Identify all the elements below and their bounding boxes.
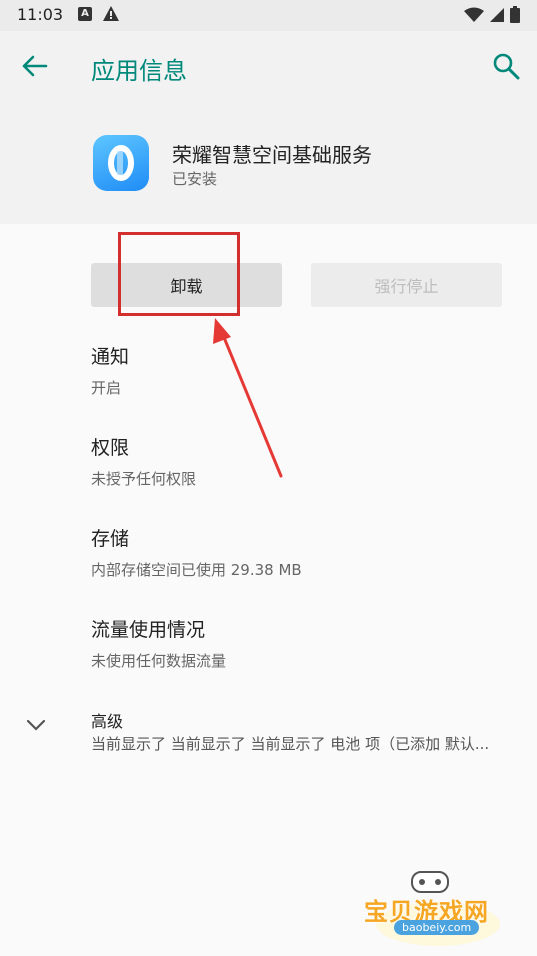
- wifi-icon: [463, 7, 484, 22]
- status-icons: [463, 6, 520, 27]
- app-notification-icon: A: [78, 7, 92, 21]
- pref-summary: 内部存储空间已使用 29.38 MB: [91, 561, 302, 579]
- status-time: 11:03: [17, 5, 64, 24]
- annotation-highlight-box: [118, 232, 240, 316]
- app-bar: 应用信息: [0, 31, 537, 101]
- force-stop-button: 强行停止: [311, 263, 502, 307]
- chevron-down-icon: [26, 719, 46, 731]
- pref-notifications[interactable]: 通知 开启: [91, 342, 521, 398]
- battery-icon: [510, 6, 520, 23]
- warning-icon: [103, 6, 119, 21]
- watermark-url: baobeiy.com: [394, 920, 480, 935]
- pref-advanced[interactable]: 高级 当前显示了 当前显示了 当前显示了 电池 项（已添加 默认...: [0, 700, 537, 760]
- watermark-logo: 宝贝游戏网 baobeiy.com: [360, 864, 510, 949]
- pref-summary: 未使用任何数据流量: [91, 652, 227, 670]
- page-title: 应用信息: [91, 57, 187, 85]
- app-logo-icon: [108, 145, 134, 181]
- app-install-status: 已安装: [172, 170, 218, 188]
- app-header: 荣耀智慧空间基础服务 已安装: [0, 101, 537, 224]
- back-arrow-icon[interactable]: [18, 51, 52, 81]
- pref-title: 存储: [91, 528, 130, 550]
- pref-title: 通知: [91, 346, 130, 368]
- app-icon: [93, 135, 149, 191]
- app-name: 荣耀智慧空间基础服务: [172, 143, 372, 167]
- pref-data-usage[interactable]: 流量使用情况 未使用任何数据流量: [91, 615, 521, 671]
- pref-summary: 当前显示了 当前显示了 当前显示了 电池 项（已添加 默认...: [91, 735, 490, 753]
- pref-title: 权限: [91, 437, 130, 459]
- pref-summary: 开启: [91, 379, 122, 397]
- status-bar: 11:03 A: [0, 0, 537, 31]
- pref-title: 高级: [91, 712, 124, 731]
- pref-storage[interactable]: 存储 内部存储空间已使用 29.38 MB: [91, 524, 521, 580]
- pref-summary: 未授予任何权限: [91, 470, 197, 488]
- signal-icon: [489, 8, 504, 22]
- pref-title: 流量使用情况: [91, 619, 206, 641]
- search-icon[interactable]: [491, 51, 523, 83]
- pref-permissions[interactable]: 权限 未授予任何权限: [91, 433, 521, 489]
